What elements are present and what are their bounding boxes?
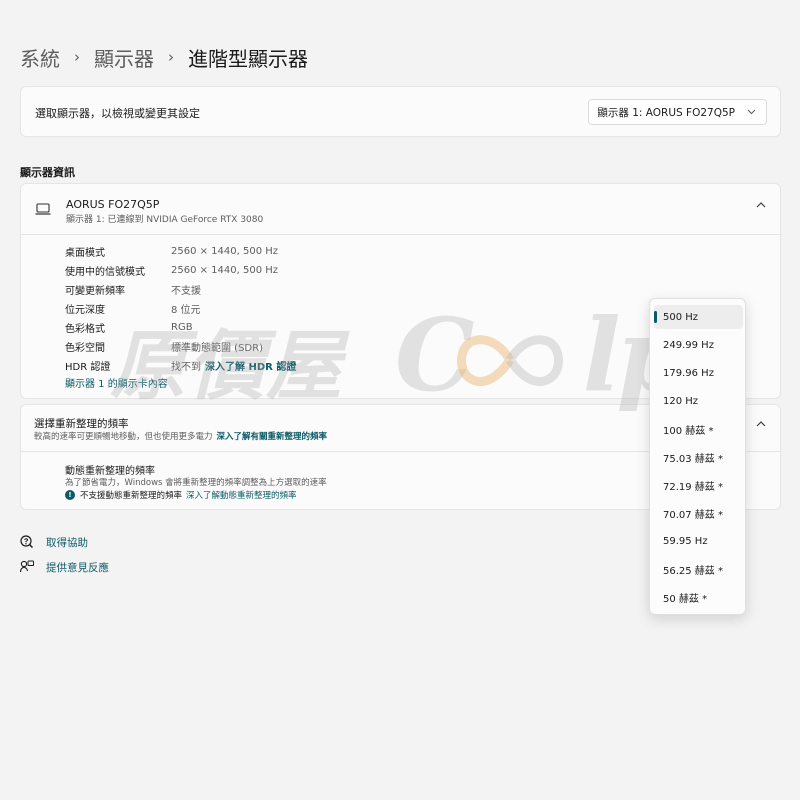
laptop-icon	[35, 203, 51, 215]
hdr-status: 找不到	[171, 362, 201, 373]
info-value: RGB	[171, 322, 193, 333]
breadcrumb-display[interactable]: 顯示器	[94, 43, 154, 72]
info-row: HDR 認證 找不到 深入了解 HDR 認證	[65, 356, 296, 375]
refresh-rate-desc: 較高的速率可更順暢地移動，但也使用更多電力 深入了解有關重新整理的頻率	[34, 430, 327, 442]
refresh-rate-option[interactable]: 59.95 Hz	[654, 529, 743, 553]
get-help-label: 取得協助	[46, 536, 88, 549]
select-display-label: 選取顯示器，以檢視或變更其設定	[35, 107, 200, 120]
section-title-display-info: 顯示器資訊	[20, 166, 75, 179]
info-key: 位元深度	[65, 305, 105, 316]
chevron-down-icon	[747, 109, 756, 115]
info-value: 不支援	[171, 286, 201, 297]
feedback-icon	[20, 560, 34, 573]
get-help-link[interactable]: 取得協助	[20, 534, 88, 550]
info-row: 色彩格式 RGB	[65, 318, 296, 337]
info-value: 8 位元	[171, 305, 201, 316]
refresh-rate-option[interactable]: 75.03 赫茲 *	[654, 445, 743, 469]
dynamic-refresh-title: 動態重新整理的頻率	[65, 466, 155, 477]
dynamic-refresh-note-text: 不支援動態重新整理的頻率	[80, 491, 183, 501]
page-title: 進階型顯示器	[188, 46, 308, 71]
info-row: 桌面模式 2560 × 1440, 500 Hz	[65, 242, 296, 261]
refresh-rate-option[interactable]: 100 赫茲 *	[654, 417, 743, 441]
feedback-link[interactable]: 提供意見反應	[20, 559, 109, 575]
monitor-connection: 顯示器 1: 已連線到 NVIDIA GeForce RTX 3080	[66, 215, 264, 225]
feedback-label: 提供意見反應	[46, 561, 109, 574]
info-row: 可變更新頻率 不支援	[65, 280, 296, 299]
chevron-up-icon[interactable]	[756, 202, 766, 208]
display-info-list: 桌面模式 2560 × 1440, 500 Hz 使用中的信號模式 2560 × 1…	[65, 242, 296, 375]
info-key: 色彩格式	[65, 324, 105, 335]
refresh-rate-option[interactable]: 50 赫茲 *	[654, 585, 743, 609]
refresh-rate-option[interactable]: 70.07 赫茲 *	[654, 501, 743, 525]
refresh-rate-desc-text: 較高的速率可更順暢地移動，但也使用更多電力	[34, 432, 213, 442]
display-info-header[interactable]: AORUS FO27Q5P 顯示器 1: 已連線到 NVIDIA GeForce…	[21, 184, 780, 235]
chevron-right-icon: ›	[168, 48, 174, 66]
refresh-rate-option[interactable]: 120 Hz	[654, 389, 743, 413]
info-row: 位元深度 8 位元	[65, 299, 296, 318]
breadcrumb: 系統 › 顯示器 › 進階型顯示器	[20, 40, 308, 74]
info-icon: !	[65, 490, 75, 500]
refresh-rate-option[interactable]: 56.25 赫茲 *	[654, 557, 743, 581]
adapter-properties-link[interactable]: 顯示器 1 的顯示卡內容	[65, 375, 168, 390]
info-value: 2560 × 1440, 500 Hz	[171, 246, 279, 257]
refresh-rate-option[interactable]: 249.99 Hz	[654, 333, 743, 357]
refresh-rate-learn-more-link[interactable]: 深入了解有關重新整理的頻率	[217, 432, 328, 442]
info-key: HDR 認證	[65, 362, 111, 373]
select-display-card: 選取顯示器，以檢視或變更其設定 顯示器 1: AORUS FO27Q5P	[20, 86, 781, 137]
dynamic-refresh-learn-more-link[interactable]: 深入了解動態重新整理的頻率	[186, 489, 297, 501]
refresh-rate-option[interactable]: 72.19 赫茲 *	[654, 473, 743, 497]
monitor-name: AORUS FO27Q5P	[66, 198, 160, 211]
info-row: 使用中的信號模式 2560 × 1440, 500 Hz	[65, 261, 296, 280]
info-key: 桌面模式	[65, 248, 105, 259]
help-icon	[20, 535, 33, 548]
chevron-up-icon[interactable]	[756, 421, 766, 427]
breadcrumb-system[interactable]: 系統	[20, 43, 60, 72]
info-value: 標準動態範圍 (SDR)	[171, 343, 263, 354]
info-value: 找不到 深入了解 HDR 認證	[171, 358, 296, 373]
refresh-rate-option[interactable]: 500 Hz	[654, 305, 743, 329]
hdr-certification-link[interactable]: 深入了解 HDR 認證	[205, 362, 296, 373]
dynamic-refresh-desc: 為了節省電力，Windows 會將重新整理的頻率調整為上方選取的速率	[65, 478, 327, 488]
refresh-rate-option[interactable]: 179.96 Hz	[654, 361, 743, 385]
info-row: 色彩空間 標準動態範圍 (SDR)	[65, 337, 296, 356]
info-key: 使用中的信號模式	[65, 267, 145, 278]
dynamic-refresh-note: ! 不支援動態重新整理的頻率 深入了解動態重新整理的頻率	[65, 489, 297, 501]
display-select-dropdown[interactable]: 顯示器 1: AORUS FO27Q5P	[588, 99, 767, 125]
refresh-rate-title: 選擇重新整理的頻率	[34, 418, 129, 430]
info-value: 2560 × 1440, 500 Hz	[171, 265, 279, 276]
info-key: 可變更新頻率	[65, 286, 125, 297]
display-select-value: 顯示器 1: AORUS FO27Q5P	[597, 106, 735, 119]
info-key: 色彩空間	[65, 343, 105, 354]
refresh-rate-menu: 500 Hz 249.99 Hz 179.96 Hz 120 Hz 100 赫茲…	[649, 298, 746, 615]
chevron-right-icon: ›	[74, 48, 80, 66]
